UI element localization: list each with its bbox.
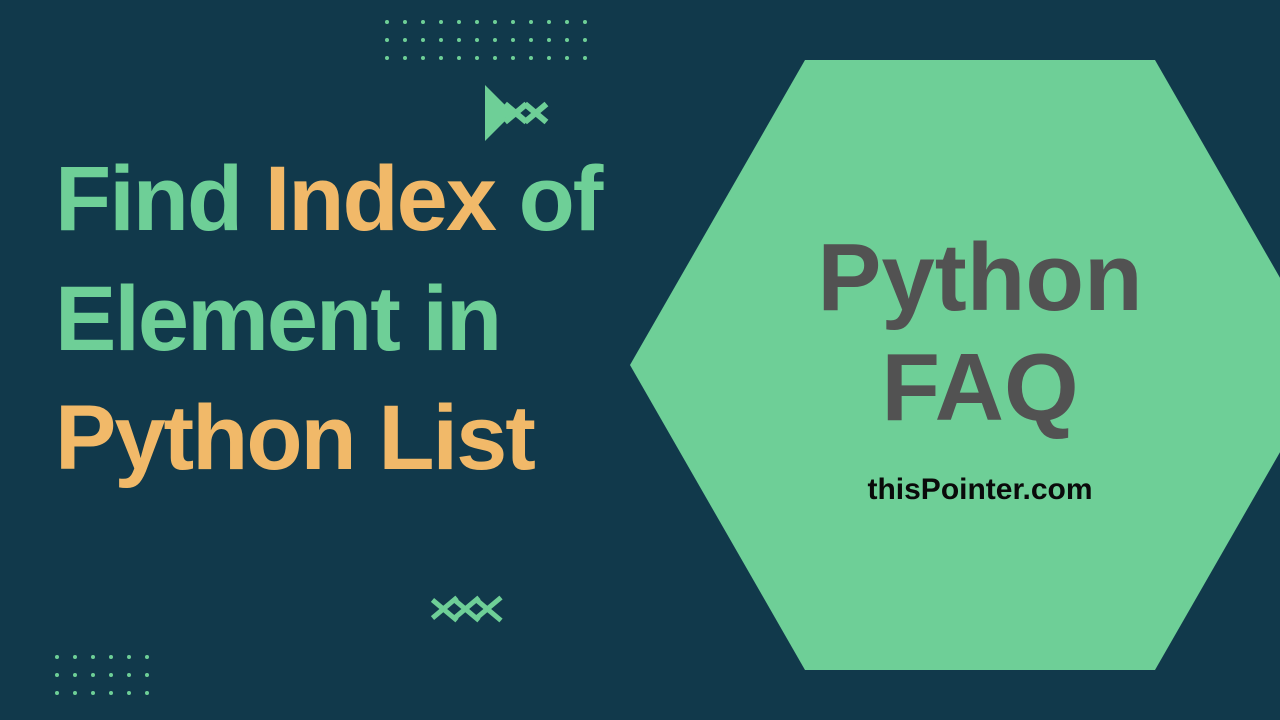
arrow-left-icon (435, 583, 501, 635)
headline-word: of (519, 148, 602, 250)
headline-word: List (378, 387, 534, 489)
headline-word: Element (55, 268, 399, 370)
hexagon-title: Python FAQ (817, 223, 1142, 444)
headline-word: Index (265, 148, 495, 250)
hexagon-subtitle: thisPointer.com (867, 473, 1092, 507)
arrow-right-icon (485, 85, 545, 141)
headline-word: Find (55, 148, 241, 250)
decorative-dots-bottom (55, 655, 149, 695)
headline-word: Python (55, 387, 355, 489)
headline-word: in (422, 268, 500, 370)
hexagon-badge: Python FAQ thisPointer.com (630, 60, 1280, 670)
decorative-dots-top (385, 20, 587, 60)
hexagon-title-line: FAQ (881, 334, 1078, 441)
headline: Find Index of Element in Python List (55, 140, 601, 499)
hexagon-title-line: Python (817, 224, 1142, 331)
